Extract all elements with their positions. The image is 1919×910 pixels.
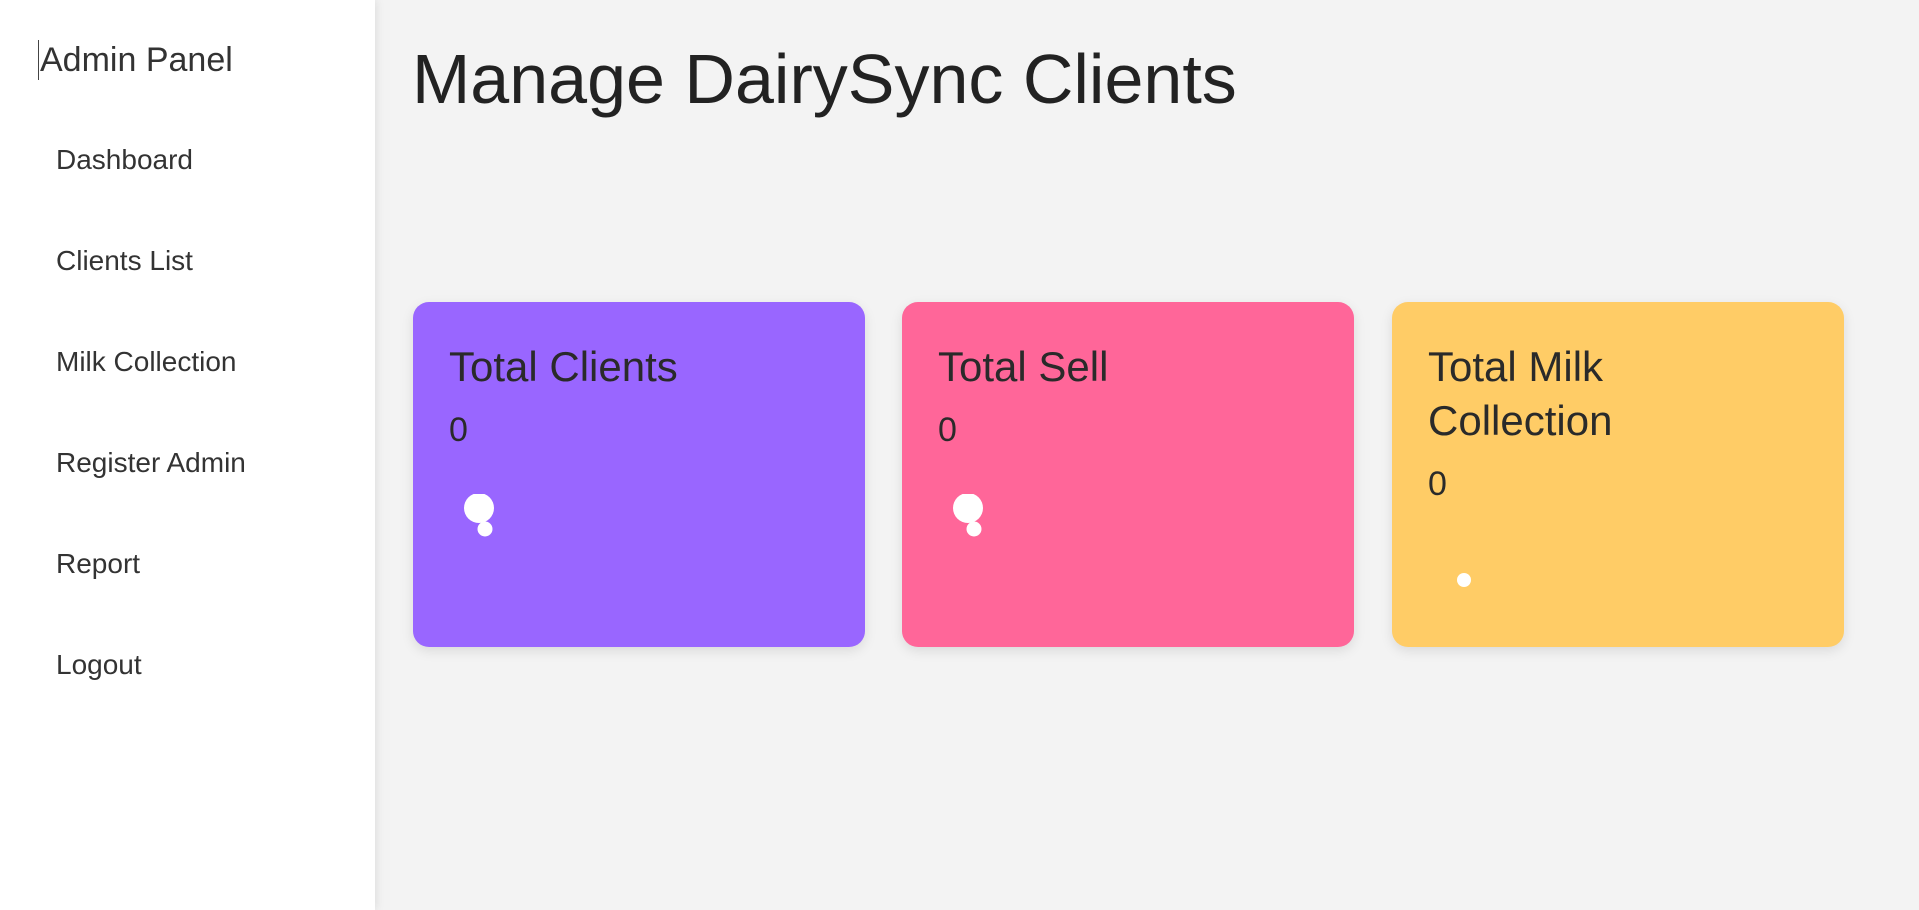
card-value: 0 — [1428, 465, 1447, 503]
app-layout: Admin Panel Dashboard Clients List Milk … — [0, 0, 1919, 910]
main-content: Manage DairySync Clients Total Clients 0… — [375, 0, 1919, 910]
card-value: 0 — [938, 411, 957, 449]
bubble-icon — [464, 494, 494, 537]
sidebar-item-register-admin[interactable]: Register Admin — [56, 441, 246, 542]
card-title: Total Sell — [938, 343, 1109, 390]
sidebar-item-clients-list[interactable]: Clients List — [56, 239, 246, 340]
sidebar-item-report[interactable]: Report — [56, 542, 246, 643]
card-title: Total Clients — [449, 343, 678, 390]
sidebar-nav: Dashboard Clients List Milk Collection R… — [56, 138, 246, 744]
card-total-clients: Total Clients 0 — [413, 302, 865, 647]
dot-icon — [1457, 573, 1471, 587]
sidebar-item-dashboard[interactable]: Dashboard — [56, 138, 246, 239]
sidebar: Admin Panel Dashboard Clients List Milk … — [0, 0, 375, 910]
card-total-sell: Total Sell 0 — [902, 302, 1354, 647]
card-value: 0 — [449, 411, 468, 449]
sidebar-title: Admin Panel — [38, 40, 233, 80]
page-title: Manage DairySync Clients — [412, 40, 1237, 118]
card-title: Total Milk Collection — [1428, 343, 1613, 444]
sidebar-item-milk-collection[interactable]: Milk Collection — [56, 340, 246, 441]
bubble-icon — [953, 494, 983, 537]
sidebar-item-logout[interactable]: Logout — [56, 643, 246, 744]
card-total-milk-collection: Total Milk Collection 0 — [1392, 302, 1844, 647]
